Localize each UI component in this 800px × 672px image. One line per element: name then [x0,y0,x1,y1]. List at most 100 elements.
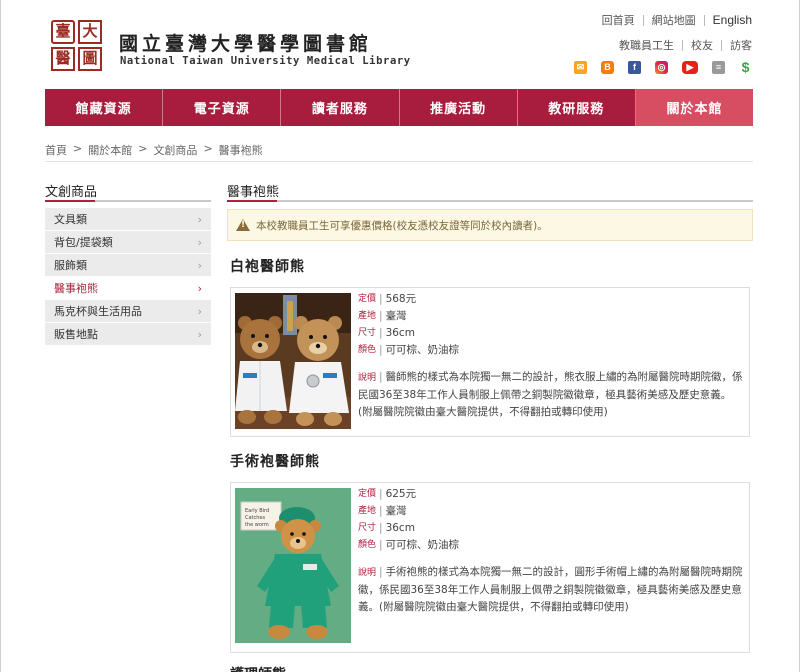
product-title: 手術袍醫師熊 [230,454,320,470]
nav-e-resources[interactable]: 電子資源 [163,89,282,126]
chevron-right-icon: › [197,212,202,226]
color-label: 顏色 [358,540,377,550]
breadcrumb-current: 醫事袍熊 [218,144,263,157]
desc-label: 說明 [358,373,377,383]
desc-value: 醫師熊的樣式為本院獨一無二的設計，熊衣服上繡的為附屬醫院時期院徽，係民國36至3… [358,371,743,418]
sidebar-item-sales-locations[interactable]: 販售地點 › [45,323,211,346]
sidebar-item-stationery[interactable]: 文具類 › [45,208,211,231]
product-description: 說明 | 醫師熊的樣式為本院獨一無二的設計，熊衣服上繡的為附屬醫院時期院徽，係民國3… [358,371,743,418]
product-description: 說明 | 手術袍熊的樣式為本院獨一無二的設計，圓形手術帽上繡的為附屬醫院時期院徽，係… [358,566,743,613]
divider [721,39,722,51]
site-title-cn[interactable]: 國立臺灣大學醫學圖書館 [119,29,372,56]
chevron-right-icon: › [197,281,202,295]
page-title-underline [227,200,753,202]
news-icon[interactable]: ≡ [712,61,725,74]
logo-seal: 臺 [51,20,75,44]
sidebar-item-label: 背包/提袋類 [54,236,113,249]
size-value: 36cm [385,522,415,534]
breadcrumb-separator: > [138,142,148,155]
teddy-bear-image: Early Bird Catches the worm [235,488,351,643]
mail-icon[interactable]: ✉ [574,61,587,74]
svg-text:the worm: the worm [245,522,269,528]
color-label: 顏色 [358,345,377,355]
sidebar-item-bags[interactable]: 背包/提袋類 › [45,231,211,254]
price-value: 625元 [385,488,417,500]
teddy-bears-image [235,293,351,429]
logo-seal: 大 [78,20,102,44]
sitemap-link[interactable]: 網站地圖 [652,12,696,28]
nav-collections[interactable]: 館藏資源 [45,89,164,126]
sidebar-item-medical-bears[interactable]: 醫事袍熊 › [45,277,211,300]
product-card: 定價 | 568元 產地 | 臺灣 尺寸 | 36cm 顏色 | 可可棕、奶油棕 說明 | 醫師熊的… [230,287,750,437]
product-info: 定價 | 568元 產地 | 臺灣 尺寸 | 36cm 顏色 | 可可棕、奶油棕 說明 | 醫師熊的… [358,291,743,421]
chevron-right-icon: › [197,304,202,318]
notice-text: 本校教職員工生可享優惠價格(校友憑校友證等同於校內讀者)。 [256,219,548,232]
site-title-en[interactable]: National Taiwan University Medical Libra… [120,55,411,67]
desc-value: 手術袍熊的樣式為本院獨一無二的設計，圓形手術帽上繡的為附屬醫院時期院徽，係民國3… [358,566,743,613]
sidebar-item-apparel[interactable]: 服飾類 › [45,254,211,277]
breadcrumb-home[interactable]: 首頁 [45,142,67,158]
product-title: 白袍醫師熊 [230,259,305,275]
breadcrumb-merch[interactable]: 文創商品 [153,142,197,158]
staff-students-link[interactable]: 教職員工生 [619,37,674,53]
page-frame: 臺 大 醫 圖 國立臺灣大學醫學圖書館 National Taiwan Univ… [0,0,800,672]
library-logo[interactable]: 臺 大 醫 圖 [51,20,103,72]
sidebar-item-label: 醫事袍熊 [54,282,98,295]
sidebar-item-label: 販售地點 [54,328,98,341]
nav-reader-services[interactable]: 讀者服務 [281,89,400,126]
audience-links: 教職員工生 校友 訪客 [619,37,752,53]
logo-seal: 圖 [78,47,102,71]
product-photo-white-coat-bears [235,293,351,429]
sidebar-item-label: 馬克杯與生活用品 [54,305,142,318]
nav-outreach[interactable]: 推廣活動 [400,89,518,126]
product-photo-surgical-gown-bear: Early Bird Catches the worm [235,488,351,643]
nav-about[interactable]: 關於本館 [635,89,754,126]
price-label: 定價 [358,294,377,304]
top-links: 回首頁 網站地圖 English [602,12,752,28]
breadcrumb: 首頁 > 關於本館 > 文創商品 > 醫事袍熊 [45,142,263,158]
size-label: 尺寸 [358,328,377,338]
facebook-icon[interactable]: f [628,61,641,74]
price-value: 568元 [385,293,417,305]
desc-label: 說明 [358,568,377,578]
main-nav: 館藏資源 電子資源 讀者服務 推廣活動 教研服務 關於本館 [45,89,754,126]
sidebar-item-mugs[interactable]: 馬克杯與生活用品 › [45,300,211,323]
size-label: 尺寸 [358,523,377,533]
sidebar-title: 文創商品 [45,185,98,200]
logo-seal: 醫 [51,47,75,71]
nav-research-services[interactable]: 教研服務 [518,89,636,126]
home-link[interactable]: 回首頁 [602,12,635,28]
product-title: 護理師熊 [230,664,286,672]
alumni-link[interactable]: 校友 [691,37,713,53]
price-label: 定價 [358,489,377,499]
instagram-icon[interactable]: ◎ [655,61,668,74]
color-value: 可可棕、奶油棕 [385,539,460,551]
breadcrumb-about[interactable]: 關於本館 [88,142,132,158]
origin-label: 產地 [358,506,377,516]
warning-icon [236,219,250,231]
sidebar-menu: 文具類 › 背包/提袋類 › 服飾類 › 醫事袍熊 › 馬克杯與生活用品 › 販售地點 › [45,208,211,346]
origin-value: 臺灣 [385,310,407,322]
divider [682,39,683,51]
sidebar-item-label: 文具類 [54,213,87,226]
breadcrumb-separator: > [73,142,83,155]
notice-banner: 本校教職員工生可享優惠價格(校友憑校友證等同於校內讀者)。 [227,209,753,241]
donate-icon[interactable]: $ [739,60,752,74]
visitor-link[interactable]: 訪客 [730,37,752,53]
svg-text:Catches: Catches [245,515,266,521]
divider [45,161,753,162]
origin-value: 臺灣 [385,505,407,517]
size-value: 36cm [385,327,415,339]
divider [703,14,705,26]
page-title: 醫事袍熊 [227,185,280,200]
chevron-right-icon: › [197,327,202,341]
english-link[interactable]: English [713,13,752,27]
origin-label: 產地 [358,311,377,321]
sidebar-title-underline [45,200,211,202]
divider [642,14,644,26]
chevron-right-icon: › [197,258,202,272]
blog-icon[interactable]: B [601,61,614,74]
product-info: 定價 | 625元 產地 | 臺灣 尺寸 | 36cm 顏色 | 可可棕、奶油棕 說明 | 手術袍熊… [358,486,743,616]
youtube-icon[interactable]: ▶ [682,61,698,74]
breadcrumb-separator: > [203,142,213,155]
